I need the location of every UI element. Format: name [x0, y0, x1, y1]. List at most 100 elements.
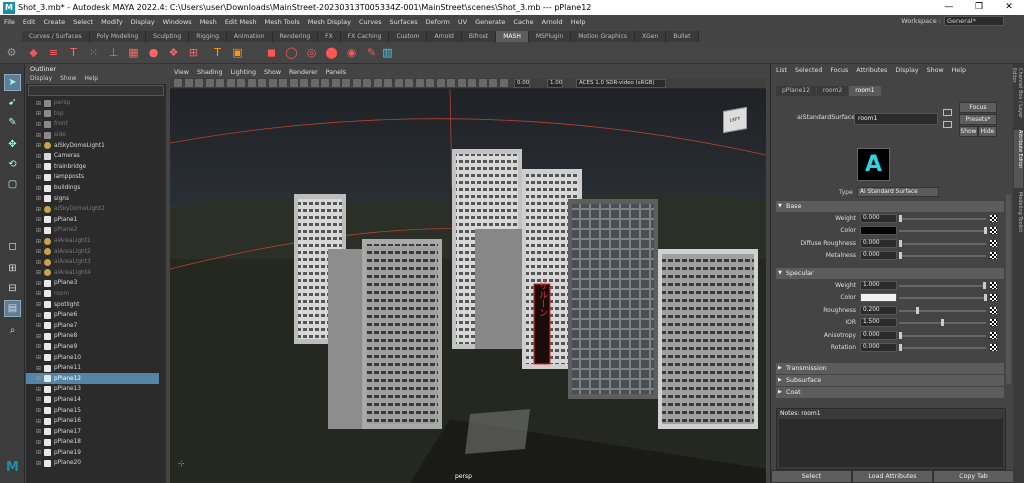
expand-plus-icon[interactable]: ⊞ [36, 163, 42, 170]
menu-mesh[interactable]: Mesh [200, 18, 217, 26]
expand-plus-icon[interactable]: ⊞ [36, 333, 42, 340]
section-subsurface[interactable]: ▶ Subsurface [776, 375, 1004, 386]
outliner-item[interactable]: ⊞ buildings [26, 183, 159, 194]
notes-textarea[interactable] [779, 419, 1003, 467]
ae-menu-list[interactable]: List [776, 67, 787, 74]
menu-uv[interactable]: UV [458, 18, 467, 26]
viewport-tool-icon[interactable] [331, 79, 340, 87]
shelf-tab-bullet[interactable]: Bullet [666, 31, 699, 42]
menu-help[interactable]: Help [571, 18, 586, 26]
outliner-item[interactable]: ⊞ top [26, 109, 159, 120]
menu-surfaces[interactable]: Surfaces [390, 18, 418, 26]
cylinder-mash-icon[interactable]: ⬤ [324, 45, 339, 60]
lasso-tool-icon[interactable]: ➹ [4, 94, 21, 111]
mash-cloud-icon[interactable]: ❖ [166, 45, 181, 60]
slider-handle[interactable] [983, 282, 986, 289]
attr-value-field[interactable]: 0.000 [860, 214, 897, 223]
viewport-tool-icon[interactable] [489, 79, 497, 87]
attr-value-field[interactable]: 0.200 [860, 305, 897, 315]
attr-value-field[interactable]: 0.000 [860, 330, 897, 340]
maximize-button[interactable]: ❐ [964, 0, 994, 15]
attr-slider[interactable] [899, 334, 986, 337]
outliner-item[interactable]: ⊞ pPlane15 [26, 405, 159, 416]
colorspace-dropdown[interactable]: ACES 1.0 SDR-video (sRGB) [576, 79, 666, 88]
viewport-tool-icon[interactable] [457, 79, 466, 87]
focus-button[interactable]: Focus [959, 102, 997, 113]
shelf-tab-bifrost[interactable]: Bifrost [461, 31, 497, 42]
menu-modify[interactable]: Modify [101, 18, 123, 26]
blue-tool-icon[interactable]: ▥ [380, 45, 395, 60]
viewport-tool-icon[interactable] [405, 79, 413, 87]
viewport-menu-view[interactable]: View [174, 68, 189, 78]
viewport-tool-icon[interactable] [205, 79, 214, 87]
slider-handle[interactable] [899, 344, 902, 351]
slider-handle[interactable] [899, 252, 902, 260]
section-transmission[interactable]: ▶ Transmission [776, 363, 1004, 374]
expand-plus-icon[interactable]: ⊞ [36, 248, 42, 255]
outliner-menu-show[interactable]: Show [60, 74, 76, 84]
viewport-tool-icon[interactable] [394, 79, 403, 87]
slider-handle[interactable] [941, 319, 944, 327]
outliner-item[interactable]: ⊞ pPlane3 [26, 278, 159, 289]
section-coat[interactable]: ▶ Coat [776, 387, 1004, 398]
menu-arnold[interactable]: Arnold [542, 18, 563, 26]
side-tab-attribute-editor[interactable]: Attribute Editor [1014, 130, 1023, 188]
focus-node-icon[interactable] [943, 109, 952, 116]
cube-mash-icon[interactable]: ◼ [264, 45, 279, 60]
map-button-icon[interactable] [990, 344, 997, 351]
expand-plus-icon[interactable]: ⊞ [36, 142, 42, 149]
expand-plus-icon[interactable]: ⊞ [36, 439, 42, 446]
viewport-tool-icon[interactable] [342, 79, 350, 87]
menu-windows[interactable]: Windows [163, 18, 192, 26]
outliner-item[interactable]: ⊞ pPlane9 [26, 342, 159, 353]
spiral-mash-icon[interactable]: ◎ [304, 45, 319, 60]
slider-handle[interactable] [899, 331, 902, 339]
ae-menu-focus[interactable]: Focus [830, 67, 848, 74]
view-cube[interactable]: LEFT [723, 106, 747, 134]
expand-plus-icon[interactable]: ⊞ [36, 396, 42, 403]
ae-menu-show[interactable]: Show [927, 67, 944, 74]
outliner-menu-display[interactable]: Display [30, 74, 52, 84]
shelf-tab-msplugin[interactable]: MSPlugin [528, 31, 572, 42]
color-swatch[interactable] [860, 293, 897, 303]
shelf-tab-fx[interactable]: FX [318, 31, 341, 42]
outliner-item[interactable]: ⊞ aiAreaLight4 [26, 268, 159, 279]
node-name-field[interactable]: room1 [854, 113, 938, 125]
outliner-item[interactable]: ⊞ pPlane2 [26, 225, 159, 236]
viewport-tool-icon[interactable] [216, 79, 224, 87]
outliner-item[interactable]: ⊞ pPlane1 [26, 215, 159, 226]
outliner-item[interactable]: ⊞ pPlane14 [26, 395, 159, 406]
outliner-item[interactable]: ⊞ pPlane8 [26, 331, 159, 342]
shelf-tab-poly-modeling[interactable]: Poly Modeling [89, 31, 147, 42]
ae-menu-help[interactable]: Help [952, 67, 966, 74]
expand-plus-icon[interactable]: ⊞ [36, 153, 42, 160]
mash-grid-icon[interactable]: ▦ [126, 45, 141, 60]
viewport-tool-icon[interactable] [352, 79, 361, 87]
viewport-tool-icon[interactable] [384, 79, 392, 87]
menu-mesh-tools[interactable]: Mesh Tools [265, 18, 300, 26]
viewport-tool-icon[interactable] [237, 79, 245, 87]
outliner-item[interactable]: ⊞ trainbridge [26, 162, 159, 173]
scale-tool-icon[interactable]: ▢ [4, 176, 21, 193]
shelf-tab-mash[interactable]: MASH [496, 31, 529, 42]
viewport-tool-icon[interactable] [415, 79, 424, 87]
map-button-icon[interactable] [990, 331, 997, 339]
shelf-tab-curves-surfaces[interactable]: Curves / Surfaces [22, 31, 90, 42]
outliner-item[interactable]: ⊞ Cameras [26, 151, 159, 162]
outliner-item[interactable]: ⊞ pPlane10 [26, 352, 159, 363]
outliner-item[interactable]: ⊞ pPlane18 [26, 437, 159, 448]
section-base[interactable]: ▼ Base [776, 201, 1004, 212]
outliner-item[interactable]: ⊞ room [26, 289, 159, 300]
viewport-menu-show[interactable]: Show [264, 68, 281, 78]
expand-plus-icon[interactable]: ⊞ [36, 301, 42, 308]
expand-plus-icon[interactable]: ⊞ [36, 386, 42, 393]
svg-tool-icon[interactable]: ▣ [230, 45, 245, 60]
expand-plus-icon[interactable]: ⊞ [36, 259, 42, 266]
show-button[interactable]: Show [959, 126, 978, 137]
ae-menu-selected[interactable]: Selected [795, 67, 822, 74]
viewport-tool-icon[interactable] [499, 79, 508, 87]
slider-handle[interactable] [984, 294, 988, 302]
viewport-tool-icon[interactable] [300, 79, 308, 87]
mash-network-icon[interactable]: ◆ [26, 45, 41, 60]
viewport-tool-icon[interactable] [258, 79, 266, 87]
